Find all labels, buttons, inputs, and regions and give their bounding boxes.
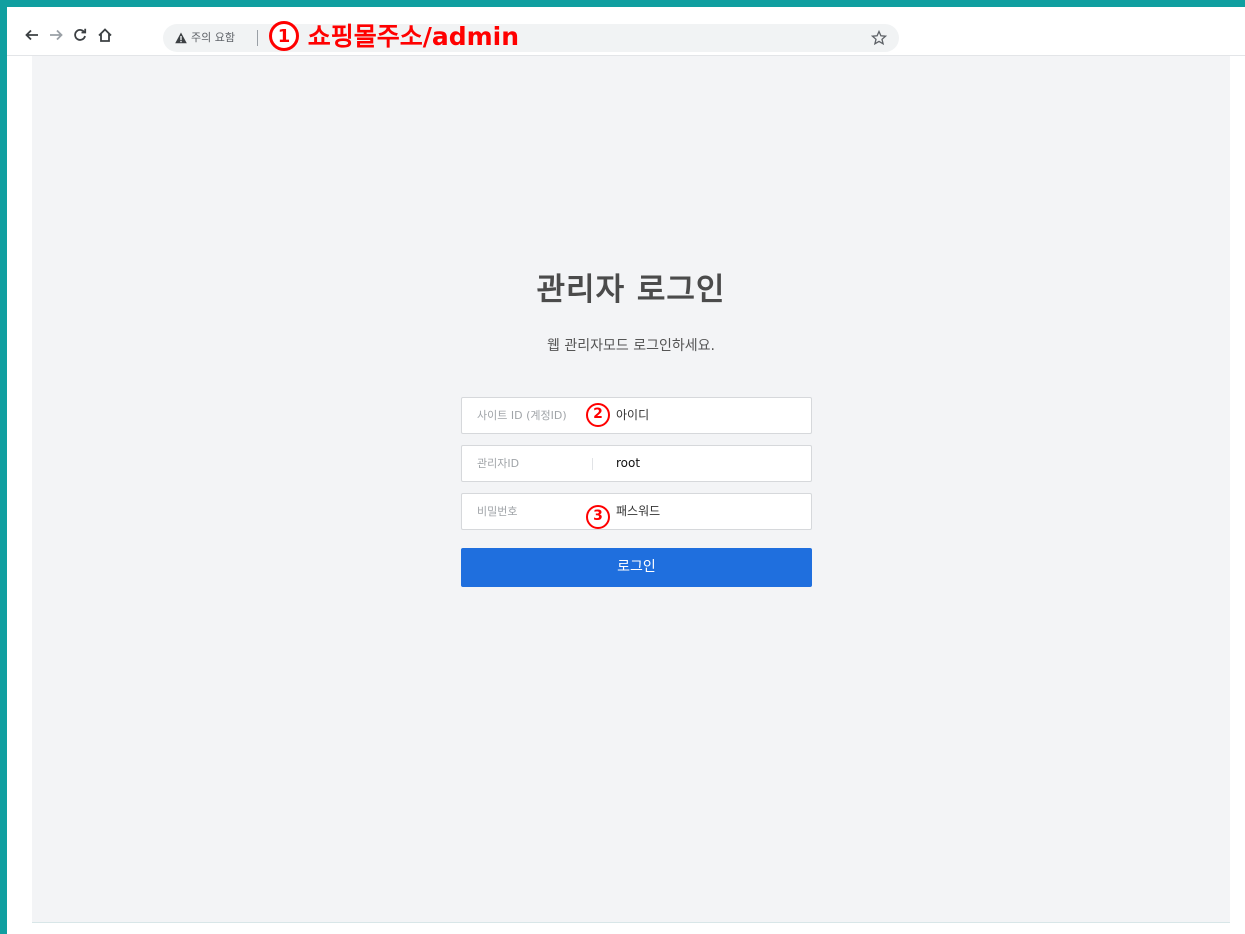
annotation-badge-3: 3 <box>586 505 610 529</box>
password-field[interactable]: 비밀번호 3 패스워드 <box>461 493 812 530</box>
forward-arrow-icon[interactable] <box>46 25 66 45</box>
login-button[interactable]: 로그인 <box>461 548 812 587</box>
site-id-label: 사이트 ID (계정ID) <box>477 409 567 422</box>
admin-id-label: 관리자ID <box>477 457 520 470</box>
browser-window: 주의 요함 1 쇼핑몰주소/admin 관리자 로그인 웹 관리자모드 로그인하… <box>7 7 1245 934</box>
home-icon[interactable] <box>95 25 115 45</box>
reload-icon[interactable] <box>70 25 90 45</box>
password-label: 비밀번호 <box>477 505 518 518</box>
url-annotation: 1 쇼핑몰주소/admin <box>269 20 519 54</box>
star-icon[interactable] <box>871 30 887 46</box>
site-id-value[interactable]: 아이디 <box>616 407 649 424</box>
content-bottom-border <box>32 922 1230 923</box>
security-label[interactable]: 주의 요함 <box>191 30 235 46</box>
page-title: 관리자 로그인 <box>536 272 726 308</box>
back-arrow-icon[interactable] <box>22 25 42 45</box>
site-id-field[interactable]: 사이트 ID (계정ID) 2 아이디 <box>461 397 812 434</box>
page-content: 관리자 로그인 웹 관리자모드 로그인하세요. 사이트 ID (계정ID) 2 … <box>32 56 1230 922</box>
admin-id-value[interactable]: root <box>616 455 640 472</box>
field-divider <box>592 458 593 470</box>
address-separator <box>257 30 258 46</box>
password-value[interactable]: 패스워드 <box>616 503 660 520</box>
annotation-badge-1: 1 <box>269 21 299 51</box>
annotation-badge-2: 2 <box>586 403 610 427</box>
address-bar[interactable]: 주의 요함 1 쇼핑몰주소/admin <box>163 21 899 52</box>
admin-id-field[interactable]: 관리자ID root <box>461 445 812 482</box>
browser-toolbar: 주의 요함 1 쇼핑몰주소/admin <box>7 7 1245 56</box>
page-subtitle: 웹 관리자모드 로그인하세요. <box>547 338 715 354</box>
warning-triangle-icon[interactable] <box>175 32 187 44</box>
url-annotation-text: 쇼핑몰주소/admin <box>307 22 520 51</box>
